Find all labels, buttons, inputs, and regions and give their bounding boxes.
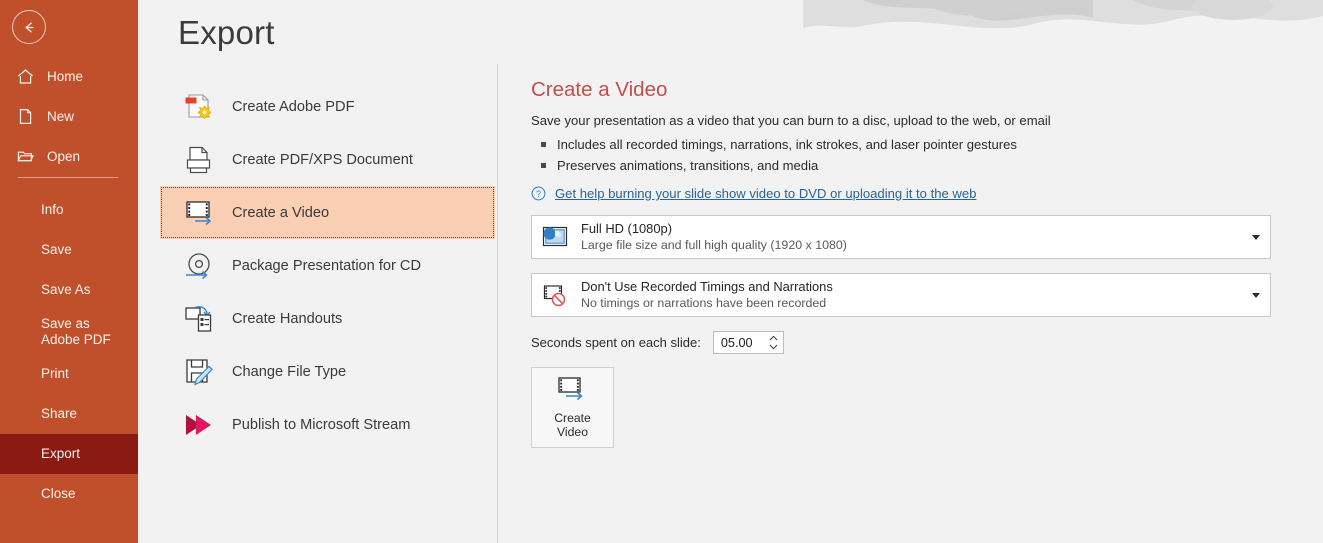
new-document-icon [19, 108, 32, 124]
chevron-down-icon[interactable] [1252, 292, 1260, 298]
seconds-per-slide-input[interactable] [713, 332, 762, 353]
film-strip-icon [557, 376, 583, 400]
sidebar-item-save-as-adobe-pdf[interactable]: Save as Adobe PDF [0, 310, 138, 354]
detail-panel: Create a Video Save your presentation as… [531, 78, 1291, 448]
sidebar-item-label: Save as Adobe PDF [41, 316, 111, 347]
sidebar-item-label: Home [47, 68, 84, 84]
seconds-per-slide-label: Seconds spent on each slide: [531, 335, 701, 350]
seconds-per-slide-stepper[interactable] [712, 331, 784, 354]
svg-text:?: ? [536, 189, 541, 199]
sidebar-item-save-as[interactable]: Save As [0, 270, 138, 310]
export-options-list: Create Adobe PDF Create PDF/XPS Document… [160, 80, 495, 451]
export-option-label: Package Presentation for CD [232, 257, 422, 274]
sidebar-item-print[interactable]: Print [0, 354, 138, 394]
export-option-publish-to-microsoft-stream[interactable]: Publish to Microsoft Stream [160, 398, 495, 451]
handouts-icon [185, 305, 212, 332]
dropdown-texts: Full HD (1080p) Large file size and full… [581, 221, 1244, 253]
sidebar-item-label: Close [41, 486, 76, 501]
export-option-label: Create PDF/XPS Document [232, 151, 413, 168]
sidebar-item-export[interactable]: Export [0, 434, 138, 474]
pdf-xps-icon [186, 146, 211, 173]
dropdown-subtitle: No timings or narrations have been recor… [581, 296, 827, 310]
sidebar-item-label: Open [47, 148, 81, 164]
page-title: Export [178, 14, 275, 51]
seconds-per-slide-row: Seconds spent on each slide: [531, 331, 1291, 354]
backdrop-graphic [803, 0, 1323, 29]
export-option-package-presentation-for-cd[interactable]: Package Presentation for CD [160, 239, 495, 292]
export-option-label: Create Adobe PDF [232, 98, 355, 115]
no-timings-icon [543, 285, 566, 307]
sidebar-bottom-nav: Info Save Save As Save as Adobe PDF Prin… [0, 190, 138, 514]
video-quality-dropdown[interactable]: Full HD (1080p) Large file size and full… [531, 215, 1271, 259]
sidebar-item-label: Share [41, 406, 78, 421]
detail-bullet: Preserves animations, transitions, and m… [531, 155, 1291, 176]
sidebar-separator [18, 177, 118, 178]
help-question-icon: ? [531, 186, 546, 201]
export-option-create-pdf-xps[interactable]: Create PDF/XPS Document [160, 133, 495, 186]
sidebar-item-new[interactable]: New [0, 96, 138, 136]
dropdown-title: Don't Use Recorded Timings and Narration… [581, 279, 833, 294]
sidebar-top-nav: Home New Open [0, 56, 138, 176]
stream-play-icon [186, 414, 211, 435]
detail-bullet: Includes all recorded timings, narration… [531, 134, 1291, 155]
create-video-button[interactable]: Create Video [531, 367, 614, 448]
help-row: ? Get help burning your slide show video… [531, 186, 1291, 201]
create-video-label-line2: Video [557, 425, 588, 439]
detail-heading: Create a Video [531, 78, 668, 101]
export-option-create-a-video[interactable]: Create a Video [160, 186, 495, 239]
sidebar-item-label: Print [41, 366, 69, 381]
change-file-type-icon [186, 358, 213, 386]
column-divider [497, 64, 498, 543]
dropdown-subtitle: Large file size and full high quality (1… [581, 238, 847, 252]
video-quality-icon [542, 226, 568, 247]
open-folder-icon [17, 151, 34, 161]
sidebar-item-label: Save [41, 242, 72, 257]
sidebar-item-open[interactable]: Open [0, 136, 138, 176]
sidebar-item-close[interactable]: Close [0, 474, 138, 514]
sidebar-item-save[interactable]: Save [0, 230, 138, 270]
export-option-label: Change File Type [232, 363, 347, 380]
dropdown-texts: Don't Use Recorded Timings and Narration… [581, 279, 1244, 311]
timings-narrations-dropdown[interactable]: Don't Use Recorded Timings and Narration… [531, 273, 1271, 317]
export-option-label: Publish to Microsoft Stream [232, 416, 411, 433]
dropdown-title: Full HD (1080p) [581, 221, 672, 236]
detail-description: Save your presentation as a video that y… [531, 113, 1051, 128]
export-option-label: Create Handouts [232, 310, 343, 327]
sidebar-item-label: Save As [41, 282, 91, 297]
sidebar-item-home[interactable]: Home [0, 56, 138, 96]
cd-disc-icon [186, 252, 210, 279]
stepper-up-icon[interactable] [769, 335, 778, 341]
back-arrow-icon [24, 21, 34, 33]
film-strip-icon [186, 200, 212, 225]
adobe-pdf-icon [185, 93, 212, 119]
help-link[interactable]: Get help burning your slide show video t… [555, 186, 976, 201]
export-option-change-file-type[interactable]: Change File Type [160, 345, 495, 398]
sidebar-item-label: Export [41, 446, 81, 461]
sidebar: Home New Open Info Save Save As Save as … [0, 0, 138, 543]
decorative-backdrop [803, 0, 1323, 60]
create-video-button-label: Create Video [554, 411, 591, 440]
export-option-create-adobe-pdf[interactable]: Create Adobe PDF [160, 80, 495, 133]
sidebar-item-label: Info [41, 202, 64, 217]
export-option-label: Create a Video [232, 204, 330, 221]
home-icon [18, 68, 33, 84]
create-video-label-line1: Create [554, 410, 591, 425]
back-button[interactable] [12, 10, 46, 44]
sidebar-item-info[interactable]: Info [0, 190, 138, 230]
sidebar-item-share[interactable]: Share [0, 394, 138, 434]
export-option-create-handouts[interactable]: Create Handouts [160, 292, 495, 345]
sidebar-item-label: New [47, 108, 75, 124]
stepper-arrows[interactable] [769, 332, 778, 353]
stepper-down-icon[interactable] [769, 344, 778, 350]
chevron-down-icon[interactable] [1252, 234, 1260, 240]
detail-bullet-list: Includes all recorded timings, narration… [531, 134, 1291, 176]
